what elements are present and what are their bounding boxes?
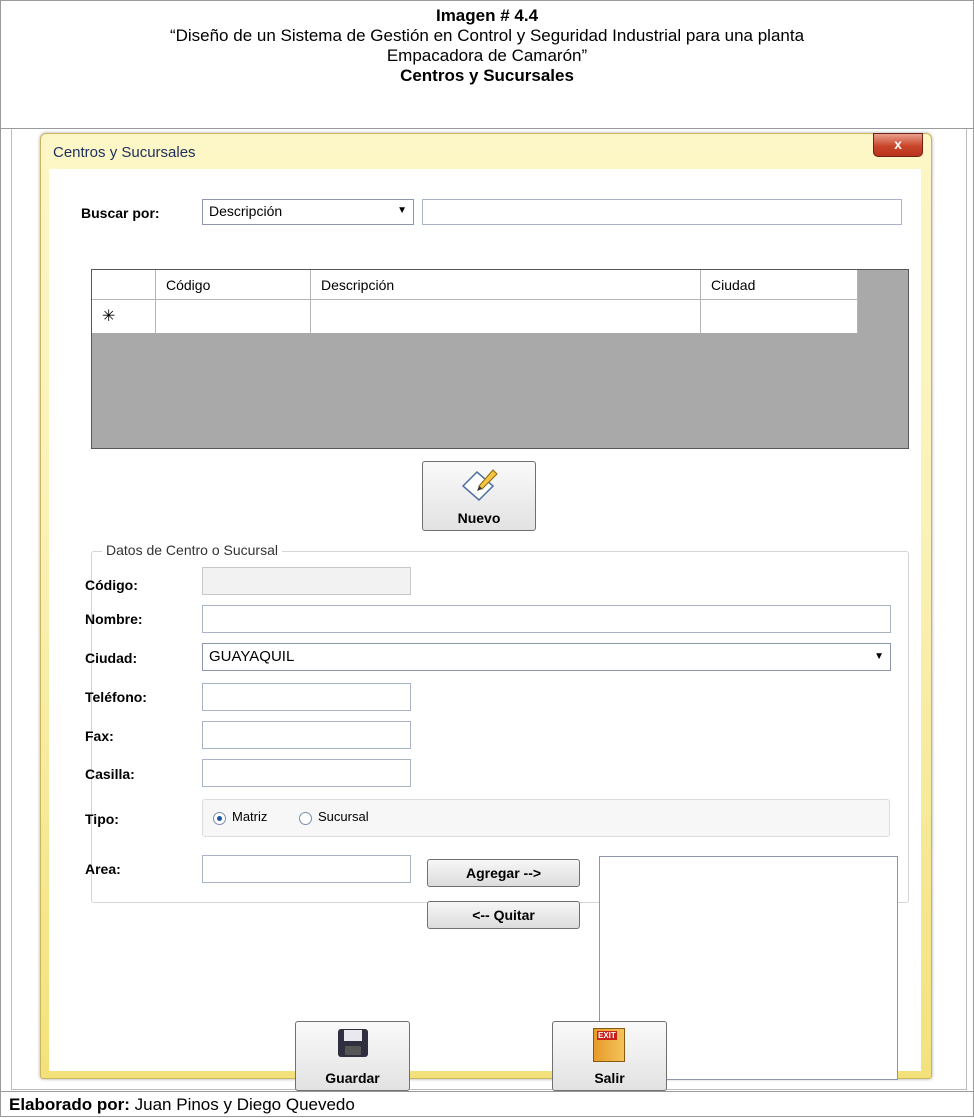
search-input[interactable] bbox=[422, 199, 902, 225]
fax-label: Fax: bbox=[85, 728, 114, 744]
salir-button[interactable]: EXIT Salir bbox=[552, 1021, 667, 1091]
tipo-label: Tipo: bbox=[85, 811, 119, 827]
close-icon: x bbox=[894, 136, 902, 152]
close-button[interactable]: x bbox=[873, 133, 923, 157]
floppy-disk-icon bbox=[338, 1029, 368, 1057]
nuevo-button[interactable]: Nuevo bbox=[422, 461, 536, 531]
grid-cell-ciudad[interactable] bbox=[701, 300, 858, 333]
area-field[interactable] bbox=[202, 855, 411, 883]
centros-sucursales-window: Centros y Sucursales x Buscar por: Descr… bbox=[40, 133, 932, 1091]
codigo-field bbox=[202, 567, 411, 595]
grid-column-header-descripcion[interactable]: Descripción bbox=[311, 270, 701, 300]
window-client-area: Buscar por: Descripción ▼ Código Descrip… bbox=[49, 169, 921, 1091]
area-label: Area: bbox=[85, 861, 121, 877]
nombre-field[interactable] bbox=[202, 605, 891, 633]
grid-new-row-marker: ✳ bbox=[92, 300, 156, 333]
footer-authors: Juan Pinos y Diego Quevedo bbox=[134, 1095, 355, 1114]
chevron-down-icon: ▼ bbox=[874, 651, 884, 662]
casilla-label: Casilla: bbox=[85, 766, 135, 782]
centros-data-grid[interactable]: Código Descripción Ciudad ✳ bbox=[91, 269, 909, 449]
telefono-field[interactable] bbox=[202, 683, 411, 711]
guardar-button-label: Guardar bbox=[325, 1070, 380, 1086]
grid-row-header-corner bbox=[92, 270, 156, 300]
chevron-down-icon: ▼ bbox=[397, 205, 407, 216]
window-title: Centros y Sucursales bbox=[53, 144, 196, 161]
grid-cell-codigo[interactable] bbox=[156, 300, 311, 333]
ciudad-label: Ciudad: bbox=[85, 650, 138, 666]
exit-door-icon: EXIT bbox=[593, 1028, 625, 1062]
tipo-option-matriz-label[interactable]: Matriz bbox=[232, 809, 267, 824]
figure-description-line1: “Diseño de un Sistema de Gestión en Cont… bbox=[169, 26, 805, 45]
casilla-field[interactable] bbox=[202, 759, 411, 787]
ciudad-select[interactable]: GUAYAQUIL ▼ bbox=[202, 643, 891, 671]
figure-description-line2: Empacadora de Camarón” bbox=[386, 46, 588, 65]
pencil-icon bbox=[461, 469, 498, 502]
footer-label: Elaborado por: bbox=[9, 1095, 130, 1114]
tipo-radio-sucursal[interactable] bbox=[299, 812, 312, 825]
grid-cell-descripcion[interactable] bbox=[311, 300, 701, 333]
tipo-option-sucursal-label[interactable]: Sucursal bbox=[318, 809, 369, 824]
guardar-button[interactable]: Guardar bbox=[295, 1021, 410, 1091]
ciudad-select-value: GUAYAQUIL bbox=[209, 648, 295, 665]
nuevo-button-label: Nuevo bbox=[457, 510, 501, 526]
nombre-label: Nombre: bbox=[85, 611, 143, 627]
codigo-label: Código: bbox=[85, 577, 138, 593]
telefono-label: Teléfono: bbox=[85, 689, 147, 705]
grid-column-header-codigo[interactable]: Código bbox=[156, 270, 311, 300]
figure-footer: Elaborado por: Juan Pinos y Diego Queved… bbox=[1, 1091, 973, 1118]
groupbox-title: Datos de Centro o Sucursal bbox=[102, 542, 282, 558]
fax-field[interactable] bbox=[202, 721, 411, 749]
salir-button-label: Salir bbox=[594, 1070, 625, 1086]
exit-sign: EXIT bbox=[597, 1031, 617, 1040]
agregar-button[interactable]: Agregar --> bbox=[427, 859, 580, 887]
figure-caption: Imagen # 4.4 “Diseño de un Sistema de Ge… bbox=[1, 1, 973, 129]
search-field-select[interactable]: Descripción ▼ bbox=[202, 199, 414, 225]
search-label: Buscar por: bbox=[81, 205, 160, 221]
figure-subtitle: Centros y Sucursales bbox=[400, 66, 574, 85]
grid-column-header-ciudad[interactable]: Ciudad bbox=[701, 270, 858, 300]
search-field-value: Descripción bbox=[209, 203, 283, 219]
quitar-button[interactable]: <-- Quitar bbox=[427, 901, 580, 929]
tipo-radio-matriz[interactable] bbox=[213, 812, 226, 825]
figure-label: Imagen # 4.4 bbox=[435, 6, 539, 25]
